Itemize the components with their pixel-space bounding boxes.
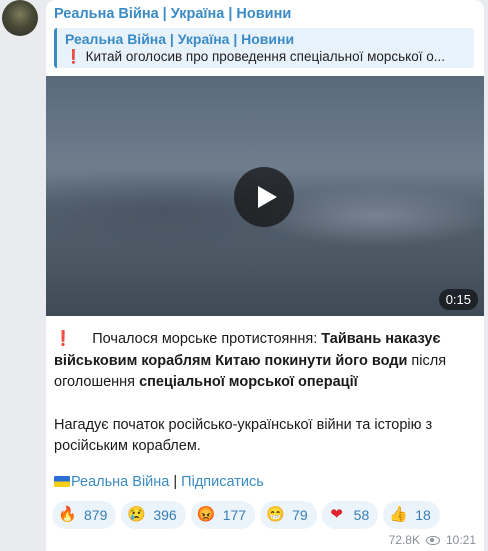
reactions-bar: 🔥 879 😢 396 😡 177 😁 79 ❤ 58 👍 18	[52, 501, 440, 529]
crying-face-icon: 😢	[127, 506, 147, 523]
link-separator: |	[169, 474, 182, 490]
message-bubble: Реальна Війна | Україна | Новини Реальна…	[46, 0, 484, 551]
play-icon[interactable]	[234, 167, 294, 227]
reaction-angry[interactable]: 😡 177	[190, 501, 256, 529]
reaction-heart[interactable]: ❤ 58	[321, 501, 379, 529]
video-player[interactable]: 0:15	[46, 76, 484, 316]
eye-icon	[425, 535, 440, 545]
reaction-grin[interactable]: 😁 79	[260, 501, 317, 529]
reaction-thumbs-up[interactable]: 👍 18	[383, 501, 440, 529]
message-meta: 72.8K 10:21	[389, 533, 476, 547]
reply-snippet: Китай оголосив про проведення спеціально…	[85, 49, 445, 64]
reaction-count: 58	[353, 507, 370, 523]
video-duration: 0:15	[438, 289, 478, 310]
text-paragraph: Нагадує початок російсько-української ві…	[54, 416, 433, 455]
exclamation-icon: ❗	[54, 331, 73, 347]
reaction-count: 79	[292, 507, 308, 523]
channel-avatar[interactable]	[2, 0, 38, 36]
subscribe-link[interactable]: Підписатись	[181, 474, 264, 490]
message-time: 10:21	[445, 533, 476, 547]
reaction-count: 396	[153, 507, 177, 523]
view-count: 72.8K	[388, 533, 420, 547]
reply-preview[interactable]: Реальна Війна | Україна | Новини ❗ Китай…	[54, 28, 474, 68]
fire-icon: 🔥	[58, 506, 77, 523]
thumbs-up-icon: 👍	[389, 506, 408, 523]
reaction-count: 879	[84, 507, 108, 523]
heart-icon: ❤	[330, 506, 343, 523]
channel-name[interactable]: Реальна Війна | Україна | Новини	[54, 6, 291, 22]
text-bold: спеціальної морської операції	[139, 374, 358, 390]
reply-channel-name: Реальна Війна | Україна | Новини	[65, 31, 295, 47]
footer-links: Реальна Війна | Підписатись	[54, 474, 264, 490]
reaction-fire[interactable]: 🔥 879	[52, 501, 117, 529]
message-text: ❗ Почалося морське протистояння: Тайвань…	[54, 329, 474, 458]
reply-text: ❗ Китай оголосив про проведення спеціаль…	[65, 49, 466, 65]
ukraine-flag-icon	[54, 476, 70, 487]
channel-link[interactable]: Реальна Війна	[71, 474, 169, 490]
reaction-count: 18	[415, 507, 431, 523]
grinning-face-icon: 😁	[266, 506, 285, 523]
angry-face-icon: 😡	[196, 506, 216, 523]
text-fragment: Почалося морське протистояння:	[92, 331, 322, 347]
reaction-crying[interactable]: 😢 396	[121, 501, 186, 529]
reaction-count: 177	[222, 507, 247, 523]
exclamation-icon: ❗	[65, 49, 82, 64]
